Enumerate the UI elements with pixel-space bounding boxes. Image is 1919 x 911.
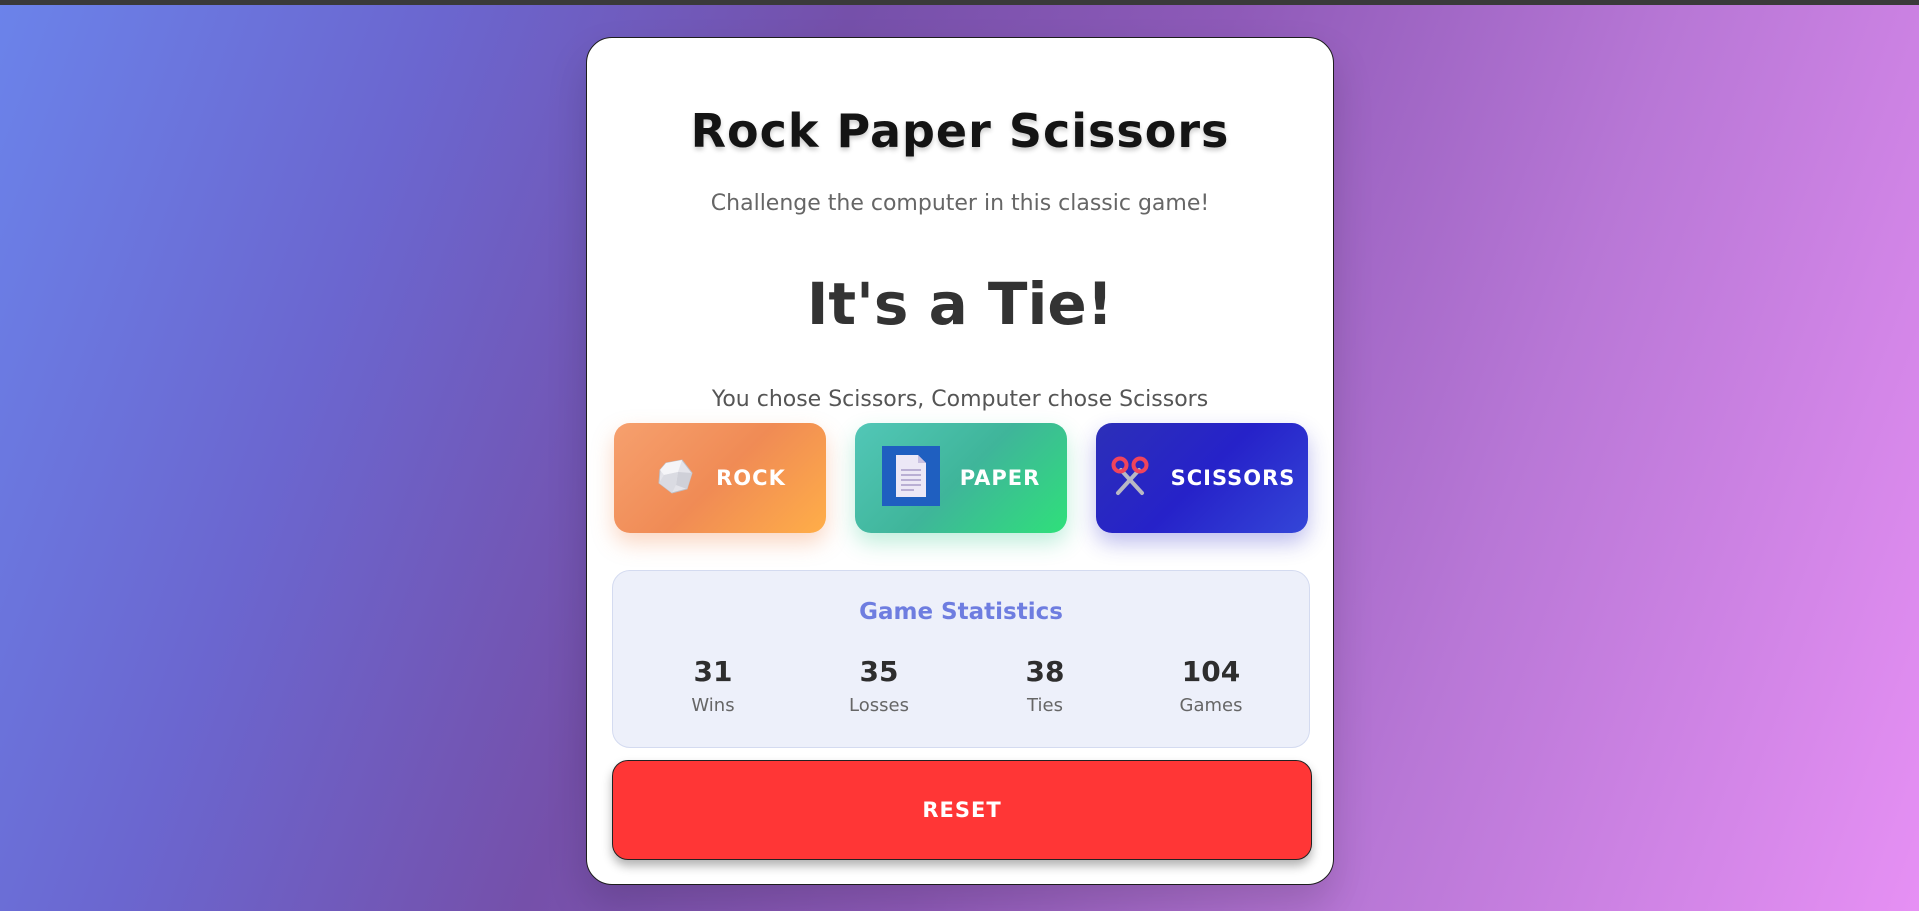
top-strip bbox=[0, 0, 1919, 5]
stat-label: Games bbox=[1179, 695, 1243, 716]
game-title: Rock Paper Scissors bbox=[690, 104, 1230, 158]
paper-icon bbox=[881, 445, 940, 511]
reset-button[interactable]: RESET bbox=[612, 760, 1312, 860]
stat-games: 104 Games bbox=[1146, 655, 1276, 717]
stat-value: 104 bbox=[1181, 655, 1241, 688]
game-subtitle: Challenge the computer in this classic g… bbox=[710, 191, 1210, 216]
rock-icon bbox=[654, 455, 696, 502]
scissors-button[interactable]: SCISSORS bbox=[1096, 423, 1308, 533]
stat-wins: 31 Wins bbox=[648, 655, 778, 717]
rock-label: ROCK bbox=[716, 466, 786, 490]
statistics-title: Game Statistics bbox=[859, 599, 1063, 625]
stat-label: Wins bbox=[691, 695, 735, 716]
result-text: It's a Tie! bbox=[806, 270, 1114, 338]
stat-losses: 35 Losses bbox=[814, 655, 944, 717]
result-detail: You chose Scissors, Computer chose Sciss… bbox=[711, 387, 1209, 412]
rock-button[interactable]: ROCK bbox=[614, 423, 826, 533]
statistics-panel: Game Statistics 31 Wins 35 Losses 38 Tie… bbox=[612, 570, 1310, 748]
scissors-icon bbox=[1109, 455, 1151, 502]
stat-value: 31 bbox=[693, 655, 733, 688]
paper-label: PAPER bbox=[959, 466, 1041, 490]
stat-value: 38 bbox=[1025, 655, 1065, 688]
scissors-label: SCISSORS bbox=[1170, 466, 1296, 490]
stat-label: Losses bbox=[849, 695, 909, 716]
stat-value: 35 bbox=[859, 655, 899, 688]
game-card: Rock Paper Scissors Challenge the comput… bbox=[586, 37, 1334, 885]
paper-button[interactable]: PAPER bbox=[855, 423, 1067, 533]
stat-ties: 38 Ties bbox=[980, 655, 1110, 717]
stat-label: Ties bbox=[1027, 695, 1063, 716]
